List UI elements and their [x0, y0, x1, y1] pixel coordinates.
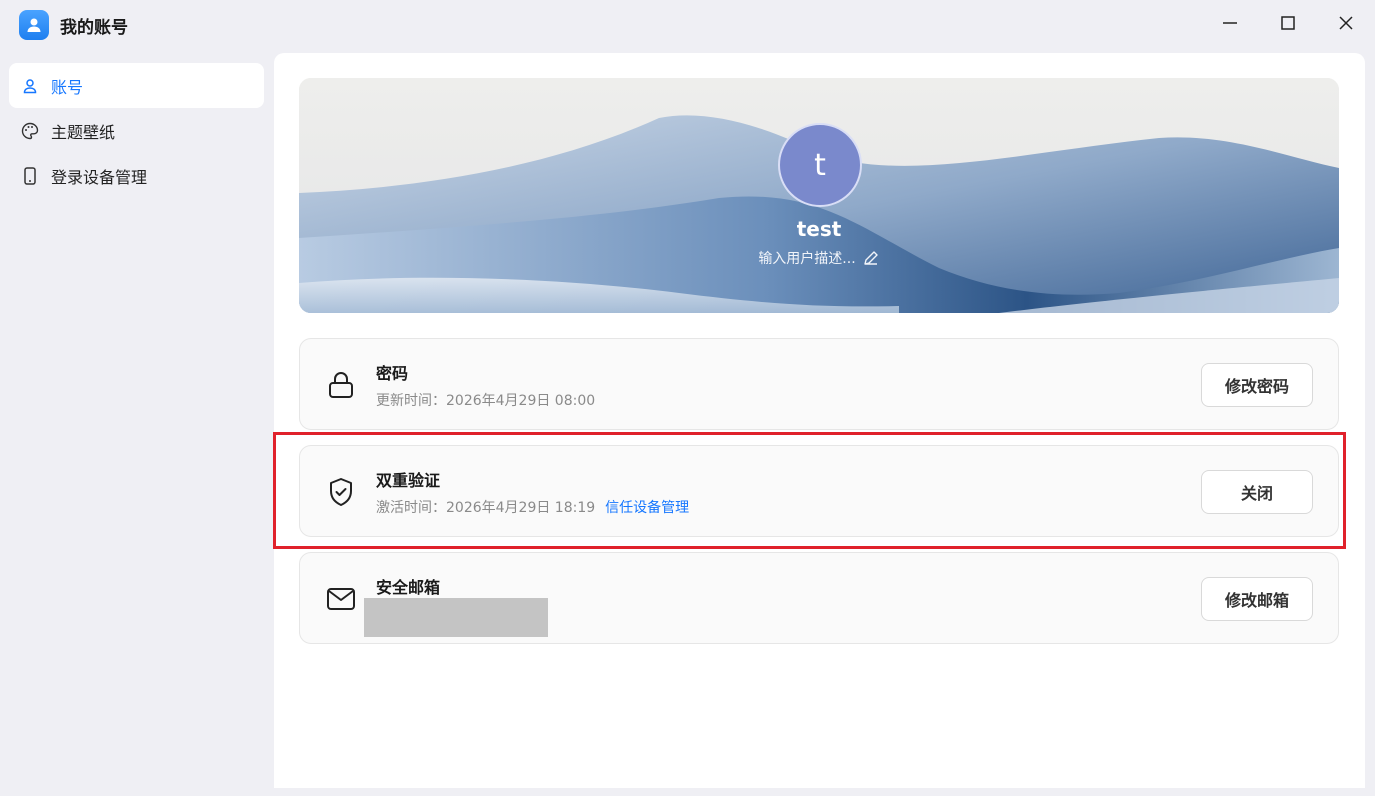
- user-description: 输入用户描述...: [299, 248, 1339, 268]
- sidebar: 账号 主题壁纸 登录设备管理: [0, 50, 274, 796]
- redacted-email: [364, 598, 548, 637]
- email-title: 安全邮箱: [376, 578, 441, 597]
- two-factor-title: 双重验证: [376, 471, 441, 490]
- sidebar-item-label: 登录设备管理: [51, 167, 148, 187]
- username: test: [796, 217, 842, 241]
- sidebar-item-label: 主题壁纸: [51, 122, 116, 142]
- password-updated-time: 更新时间：2026年4月29日 08:00: [376, 393, 596, 409]
- user-icon: [19, 10, 49, 40]
- user-icon: [21, 77, 39, 95]
- avatar[interactable]: t: [778, 123, 862, 207]
- trusted-devices-link[interactable]: 信任设备管理: [605, 500, 689, 516]
- change-password-button[interactable]: 修改密码: [1201, 363, 1313, 407]
- close-icon: [1338, 15, 1354, 35]
- change-email-button[interactable]: 修改邮箱: [1201, 577, 1313, 621]
- sidebar-item-label: 账号: [51, 77, 84, 97]
- maximize-button[interactable]: [1271, 8, 1305, 42]
- profile-banner: t test 输入用户描述...: [299, 78, 1339, 313]
- password-card: 密码 更新时间：2026年4月29日 08:00 修改密码: [299, 338, 1339, 430]
- lock-icon: [326, 370, 356, 400]
- sidebar-item-account[interactable]: 账号: [9, 63, 264, 108]
- phone-icon: [21, 166, 39, 185]
- maximize-icon: [1280, 15, 1296, 35]
- mail-icon: [326, 584, 356, 614]
- sidebar-item-theme-wallpaper[interactable]: 主题壁纸: [9, 108, 264, 153]
- account-window: 我的账号 账号 主题壁纸 登录设备管理 t test 输入用户描述... 密码 …: [0, 0, 1375, 796]
- avatar-letter: t: [814, 147, 826, 183]
- close-window-button[interactable]: [1329, 8, 1363, 42]
- minimize-icon: [1222, 15, 1238, 35]
- palette-icon: [21, 122, 39, 140]
- password-title: 密码: [376, 364, 409, 383]
- pencil-icon[interactable]: [862, 249, 880, 267]
- window-title: 我的账号: [60, 18, 128, 38]
- title-bar: 我的账号: [0, 0, 1375, 50]
- sidebar-item-device-management[interactable]: 登录设备管理: [9, 153, 264, 198]
- two-factor-activated-time: 激活时间：2026年4月29日 18:19: [376, 500, 596, 516]
- two-factor-status: 激活时间：2026年4月29日 18:19 信任设备管理: [376, 497, 689, 517]
- shield-check-icon: [326, 477, 356, 507]
- description-text[interactable]: 输入用户描述...: [758, 248, 855, 268]
- main-panel: t test 输入用户描述... 密码 更新时间：2026年4月29日 08:0…: [274, 53, 1365, 788]
- minimize-button[interactable]: [1213, 8, 1247, 42]
- two-factor-card: 双重验证 激活时间：2026年4月29日 18:19 信任设备管理 关闭: [299, 445, 1339, 537]
- disable-two-factor-button[interactable]: 关闭: [1201, 470, 1313, 514]
